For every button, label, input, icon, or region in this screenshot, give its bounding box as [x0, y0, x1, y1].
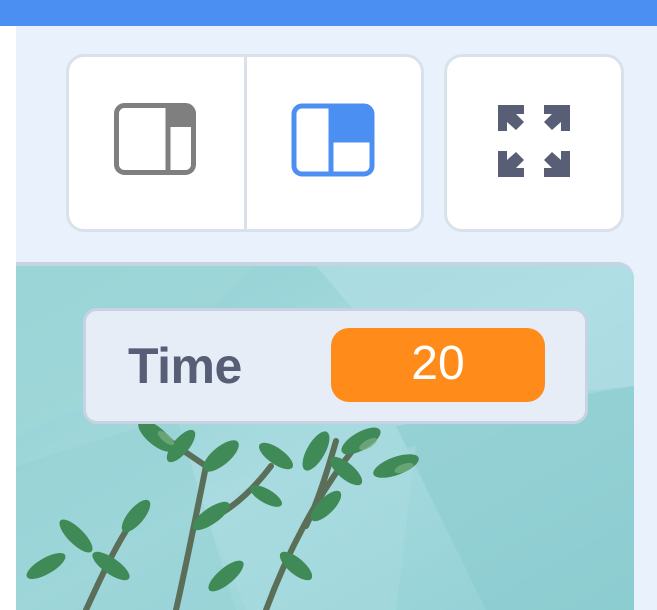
normal-stage-button[interactable] — [243, 57, 422, 229]
fullscreen-button[interactable] — [444, 54, 624, 232]
variable-monitor-time[interactable]: Time 20 — [83, 308, 588, 424]
left-edge — [0, 26, 16, 610]
small-stage-icon — [114, 102, 198, 184]
monitor-value: 20 — [331, 328, 545, 402]
small-stage-button[interactable] — [69, 57, 244, 229]
monitor-label: Time — [128, 338, 242, 394]
stage-size-toggle — [66, 54, 424, 232]
fullscreen-icon — [494, 101, 574, 186]
top-accent-bar — [0, 0, 657, 26]
normal-stage-icon — [291, 103, 377, 184]
